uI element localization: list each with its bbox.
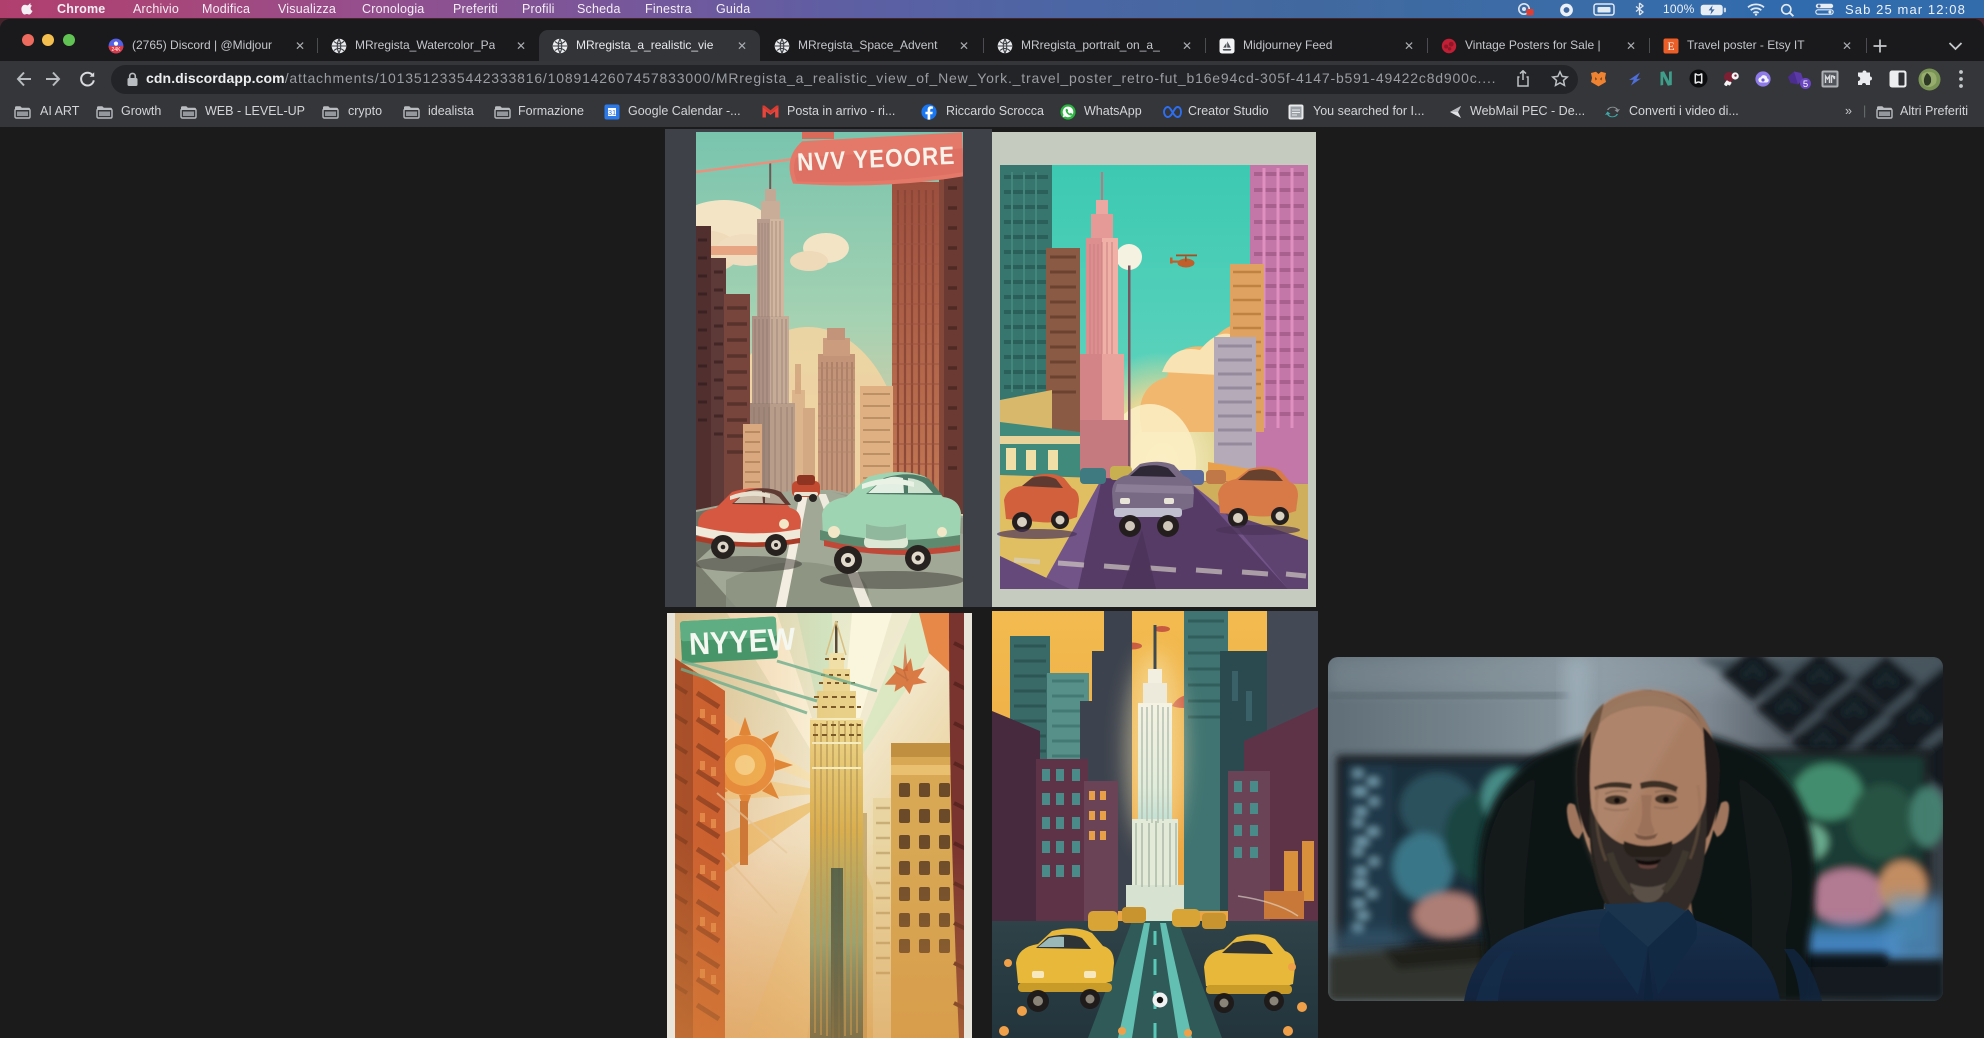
svg-text:5: 5 bbox=[1803, 79, 1808, 90]
svg-text:24K: 24K bbox=[112, 47, 122, 53]
svg-text:NYYEW: NYYEW bbox=[688, 622, 796, 662]
svg-text:31: 31 bbox=[608, 108, 616, 117]
svg-text:E: E bbox=[1667, 41, 1674, 53]
